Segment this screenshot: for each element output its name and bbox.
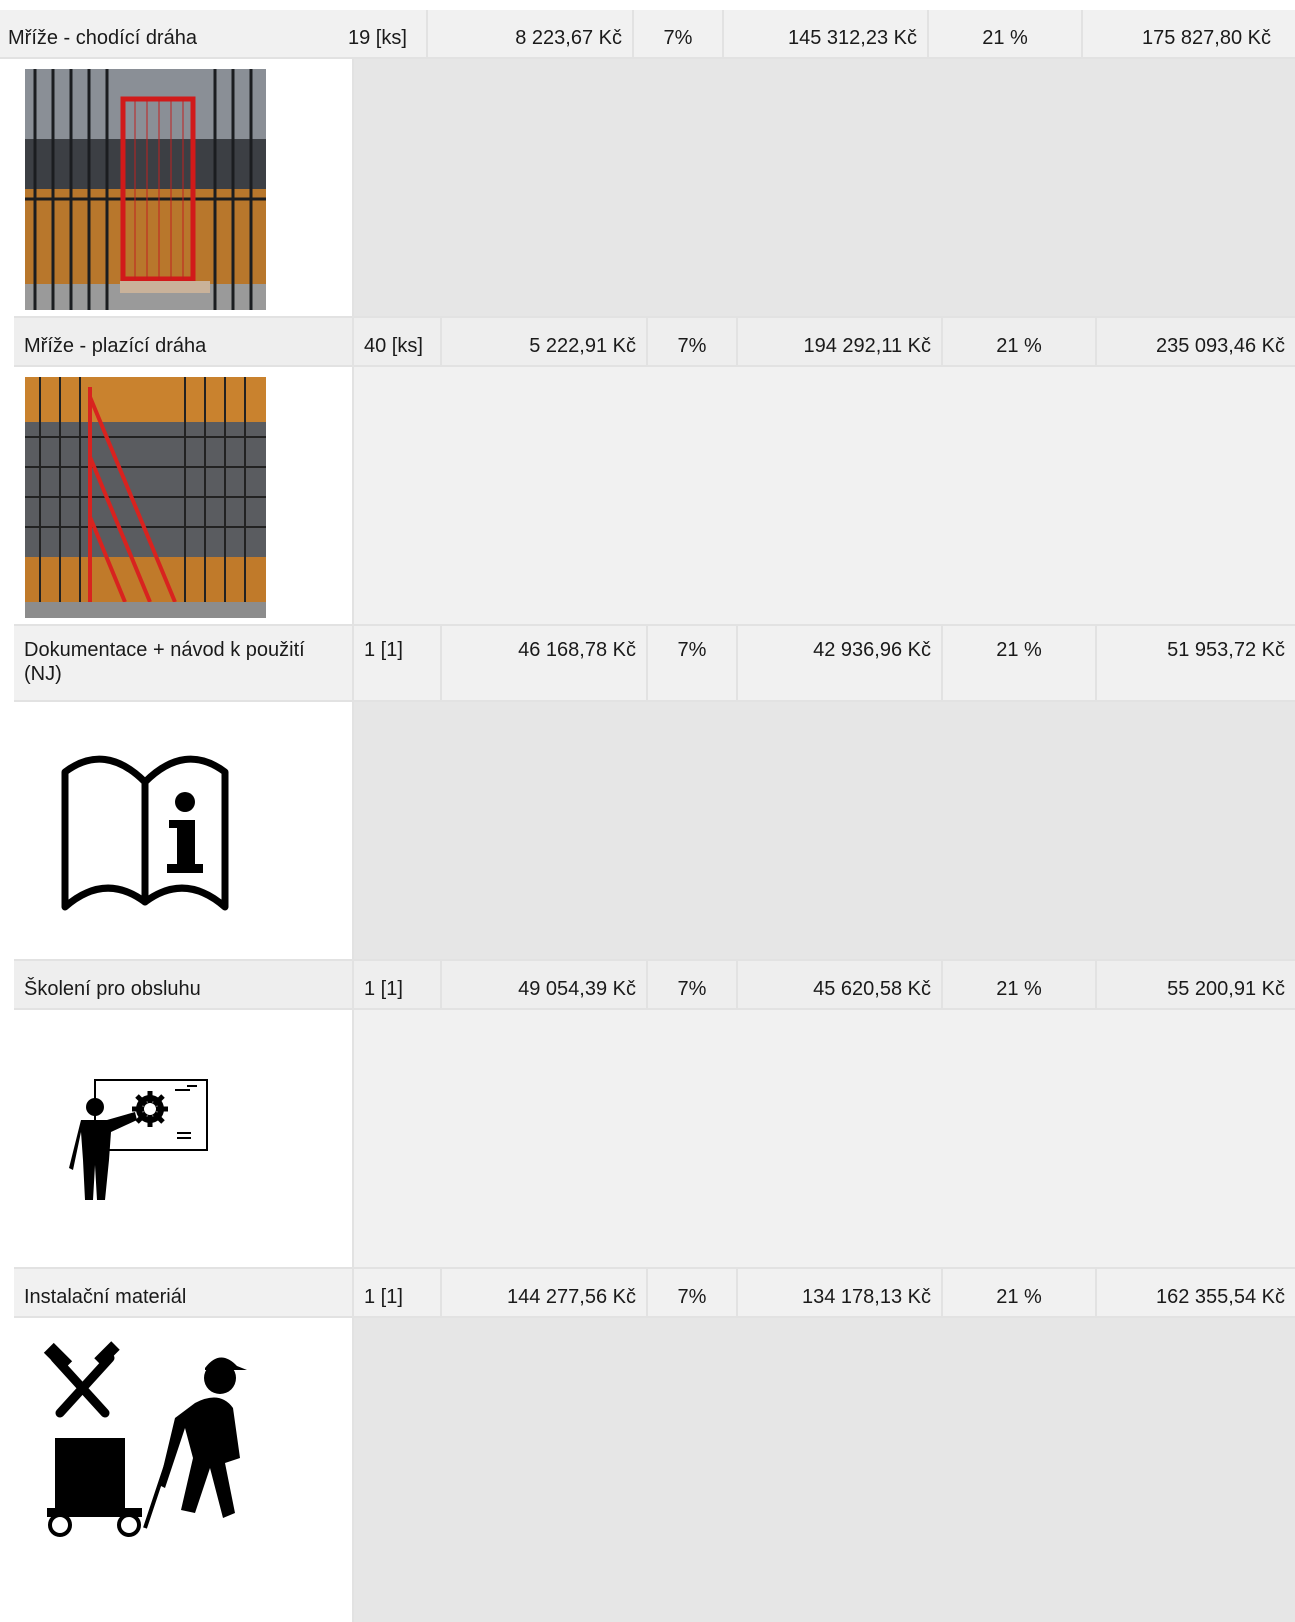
item-net-total: 194 292,11 Kč [736, 318, 941, 365]
item-discount: 7% [646, 626, 736, 700]
item-gross-total: 235 093,46 Kč [1095, 318, 1295, 365]
item-gross-total: 175 827,80 Kč [1081, 10, 1281, 57]
image-row [14, 59, 1295, 318]
item-quantity: 1 [1] [352, 626, 440, 700]
item-discount: 7% [646, 1269, 736, 1316]
table-row: Mříže - plazící dráha 40 [ks] 5 222,91 K… [14, 318, 1295, 367]
image-row [14, 702, 1295, 961]
item-net-total: 134 178,13 Kč [736, 1269, 941, 1316]
table-row: Instalační materiál 1 [1] 144 277,56 Kč … [14, 1269, 1295, 1318]
item-vat-rate: 21 % [941, 961, 1095, 1008]
item-discount: 7% [632, 10, 722, 57]
walking-track-cage-photo [25, 69, 266, 310]
item-vat-rate: 21 % [941, 1269, 1095, 1316]
item-unit-price: 144 277,56 Kč [440, 1269, 646, 1316]
item-quantity: 40 [ks] [352, 318, 440, 365]
item-discount: 7% [646, 961, 736, 1008]
item-quantity: 1 [1] [352, 961, 440, 1008]
item-unit-price: 46 168,78 Kč [440, 626, 646, 700]
image-row [14, 367, 1295, 626]
table-row: Školení pro obsluhu 1 [1] 49 054,39 Kč 7… [14, 961, 1295, 1010]
item-vat-rate: 21 % [941, 318, 1095, 365]
item-net-total: 42 936,96 Kč [736, 626, 941, 700]
item-unit-price: 8 223,67 Kč [426, 10, 632, 57]
item-quantity: 19 [ks] [348, 27, 407, 49]
manual-info-icon [25, 712, 266, 953]
item-name: Mříže - plazící dráha [24, 335, 207, 357]
item-name: Dokumentace + návod k použití (NJ) [24, 639, 305, 685]
item-unit-price: 49 054,39 Kč [440, 961, 646, 1008]
item-name: Školení pro obsluhu [24, 978, 201, 1000]
training-presenter-icon [25, 1020, 266, 1261]
image-row [14, 1318, 1295, 1622]
item-name: Mříže - chodící dráha [8, 27, 197, 49]
table-row: Dokumentace + návod k použití (NJ) 1 [1]… [14, 626, 1295, 702]
table-row: Mříže - chodící dráha 19 [ks] 8 223,67 K… [0, 10, 1295, 59]
item-quantity: 1 [1] [352, 1269, 440, 1316]
crawling-track-cage-photo [25, 377, 266, 618]
item-gross-total: 162 355,54 Kč [1095, 1269, 1295, 1316]
item-net-total: 145 312,23 Kč [722, 10, 927, 57]
item-discount: 7% [646, 318, 736, 365]
item-name: Instalační materiál [24, 1286, 187, 1308]
item-vat-rate: 21 % [941, 626, 1095, 700]
item-unit-price: 5 222,91 Kč [440, 318, 646, 365]
item-vat-rate: 21 % [927, 10, 1081, 57]
installation-worker-icon [25, 1328, 266, 1569]
item-net-total: 45 620,58 Kč [736, 961, 941, 1008]
item-gross-total: 51 953,72 Kč [1095, 626, 1295, 700]
item-gross-total: 55 200,91 Kč [1095, 961, 1295, 1008]
image-row [14, 1010, 1295, 1269]
